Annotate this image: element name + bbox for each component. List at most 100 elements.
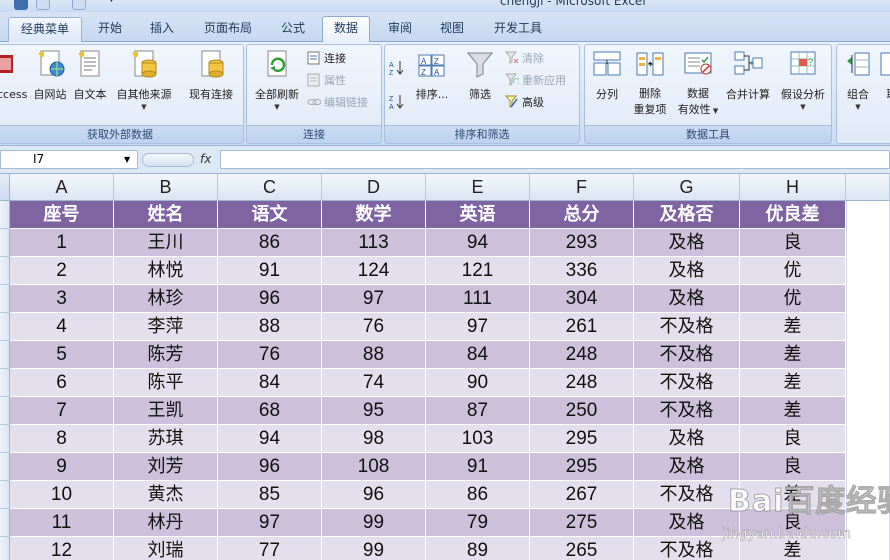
table-cell[interactable]: 99 <box>322 509 426 537</box>
table-cell[interactable]: 88 <box>218 313 322 341</box>
table-cell[interactable]: 96 <box>218 285 322 313</box>
row-header[interactable] <box>0 369 10 397</box>
row-header[interactable] <box>0 481 10 509</box>
remove-duplicates-button[interactable]: 删除 重复项 <box>629 49 671 119</box>
filter-button[interactable]: 筛选 <box>459 49 501 119</box>
table-cell[interactable]: 94 <box>218 425 322 453</box>
row-header[interactable] <box>0 257 10 285</box>
tab-formulas[interactable]: 公式 <box>268 17 318 42</box>
table-cell[interactable]: 88 <box>322 341 426 369</box>
table-cell[interactable]: 85 <box>218 481 322 509</box>
table-cell[interactable]: 68 <box>218 397 322 425</box>
connections-button[interactable]: 连接 <box>307 49 346 69</box>
group-rows-button[interactable]: 组合 ▼ <box>841 49 875 119</box>
row-header[interactable] <box>0 537 10 560</box>
column-header-f[interactable]: F <box>530 174 634 201</box>
column-title-cell[interactable]: 优良差 <box>740 201 846 229</box>
table-cell[interactable]: 及格 <box>634 257 740 285</box>
tab-home[interactable]: 开始 <box>86 17 134 42</box>
table-cell[interactable]: 1 <box>10 229 114 257</box>
customize-quick-access-icon[interactable]: ▼ <box>108 0 122 10</box>
table-cell[interactable]: 84 <box>218 369 322 397</box>
table-cell[interactable]: 不及格 <box>634 341 740 369</box>
table-cell[interactable]: 8 <box>10 425 114 453</box>
edit-links-button[interactable]: 编辑链接 <box>307 93 368 113</box>
table-cell[interactable]: 11 <box>10 509 114 537</box>
properties-button[interactable]: 属性 <box>307 71 346 91</box>
column-title-cell[interactable]: 数学 <box>322 201 426 229</box>
table-cell[interactable]: 不及格 <box>634 369 740 397</box>
consolidate-button[interactable]: 合并计算 <box>723 49 773 119</box>
table-cell[interactable]: 86 <box>218 229 322 257</box>
column-title-cell[interactable]: 总分 <box>530 201 634 229</box>
table-cell[interactable]: 4 <box>10 313 114 341</box>
column-title-cell[interactable]: 英语 <box>426 201 530 229</box>
name-box[interactable]: I7 <box>0 150 138 169</box>
table-cell[interactable]: 293 <box>530 229 634 257</box>
table-cell[interactable]: 黄杰 <box>114 481 218 509</box>
table-cell[interactable]: 248 <box>530 369 634 397</box>
table-cell[interactable]: 79 <box>426 509 530 537</box>
column-title-cell[interactable]: 姓名 <box>114 201 218 229</box>
tab-insert[interactable]: 插入 <box>138 17 186 42</box>
table-cell[interactable]: 108 <box>322 453 426 481</box>
column-title-cell[interactable]: 语文 <box>218 201 322 229</box>
table-cell[interactable]: 9 <box>10 453 114 481</box>
table-cell[interactable]: 12 <box>10 537 114 560</box>
table-cell[interactable]: 97 <box>218 509 322 537</box>
table-cell[interactable]: 王凯 <box>114 397 218 425</box>
table-cell[interactable]: 优 <box>740 257 846 285</box>
what-if-analysis-button[interactable]: ? 假设分析 ▼ <box>777 49 829 119</box>
table-cell[interactable]: 林悦 <box>114 257 218 285</box>
select-all-corner[interactable] <box>0 174 10 201</box>
existing-connections-button[interactable]: 现有连接 <box>185 49 237 119</box>
column-header-d[interactable]: D <box>322 174 426 201</box>
tab-page-layout[interactable]: 页面布局 <box>192 17 264 42</box>
table-cell[interactable]: 及格 <box>634 229 740 257</box>
column-header-a[interactable]: A <box>10 174 114 201</box>
table-cell[interactable]: 林珍 <box>114 285 218 313</box>
column-header-h[interactable]: H <box>740 174 846 201</box>
table-cell[interactable]: 差 <box>740 369 846 397</box>
table-cell[interactable]: 91 <box>426 453 530 481</box>
clear-filter-button[interactable]: 清除 <box>504 49 544 69</box>
table-cell[interactable]: 陈芳 <box>114 341 218 369</box>
reapply-button[interactable]: 重新应用 <box>504 71 566 91</box>
table-cell[interactable]: 差 <box>740 397 846 425</box>
table-cell[interactable]: 5 <box>10 341 114 369</box>
undo-icon[interactable] <box>36 0 50 10</box>
row-header[interactable] <box>0 229 10 257</box>
table-cell[interactable]: 及格 <box>634 285 740 313</box>
table-cell[interactable]: 111 <box>426 285 530 313</box>
table-cell[interactable]: 良 <box>740 229 846 257</box>
table-cell[interactable]: 2 <box>10 257 114 285</box>
table-cell[interactable]: 不及格 <box>634 397 740 425</box>
tab-data[interactable]: 数据 <box>322 16 370 43</box>
column-header-g[interactable]: G <box>634 174 740 201</box>
formula-bar-resize-handle[interactable] <box>142 153 194 167</box>
table-cell[interactable]: 295 <box>530 425 634 453</box>
table-cell[interactable]: 陈平 <box>114 369 218 397</box>
table-cell[interactable]: 刘芳 <box>114 453 218 481</box>
column-title-cell[interactable]: 及格否 <box>634 201 740 229</box>
column-header-c[interactable]: C <box>218 174 322 201</box>
table-cell[interactable]: 295 <box>530 453 634 481</box>
row-header[interactable] <box>0 509 10 537</box>
table-cell[interactable]: 90 <box>426 369 530 397</box>
table-cell[interactable]: 及格 <box>634 425 740 453</box>
table-cell[interactable]: 95 <box>322 397 426 425</box>
table-cell[interactable]: 李萍 <box>114 313 218 341</box>
sort-button[interactable]: AZZA 排序... <box>413 49 451 119</box>
table-cell[interactable]: 250 <box>530 397 634 425</box>
data-validation-button[interactable]: 数据 有效性 ▼ <box>675 49 721 119</box>
sort-ascending-button[interactable]: AZ <box>389 59 409 79</box>
table-cell[interactable]: 3 <box>10 285 114 313</box>
ungroup-button[interactable]: 取 <box>877 49 890 119</box>
row-header[interactable] <box>0 425 10 453</box>
table-cell[interactable]: 124 <box>322 257 426 285</box>
table-cell[interactable]: 76 <box>218 341 322 369</box>
tab-view[interactable]: 视图 <box>428 17 476 42</box>
row-header[interactable] <box>0 397 10 425</box>
column-header-e[interactable]: E <box>426 174 530 201</box>
table-cell[interactable]: 84 <box>426 341 530 369</box>
